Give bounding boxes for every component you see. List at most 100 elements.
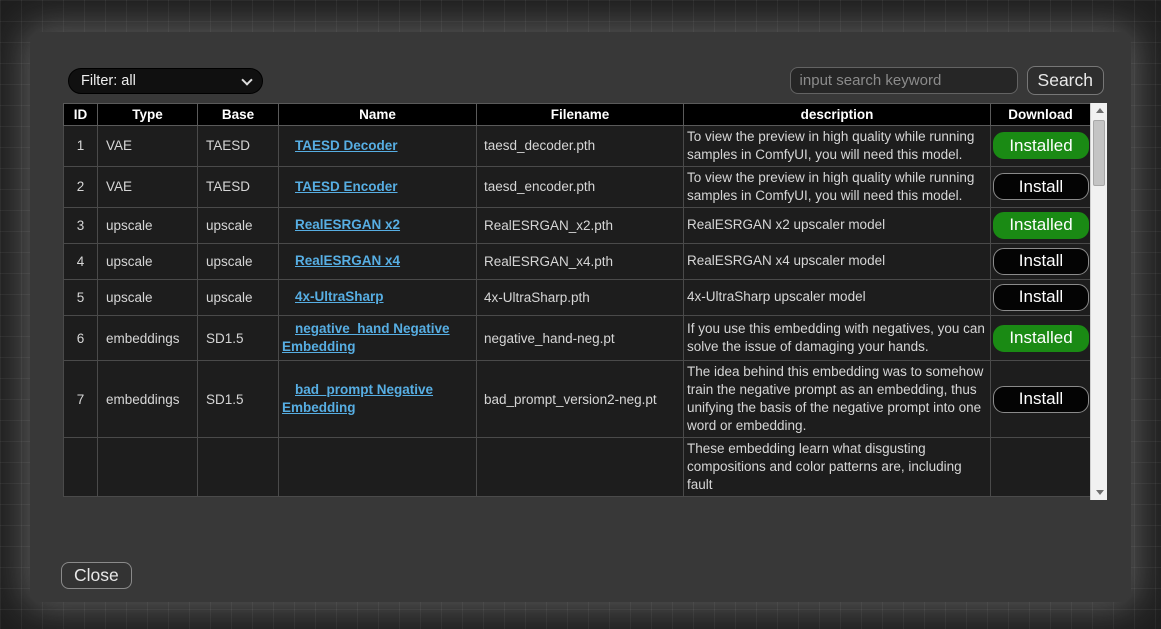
cell-filename: taesd_encoder.pth — [477, 166, 684, 207]
cell-filename — [477, 438, 684, 497]
header-base: Base — [198, 104, 279, 126]
model-name-link[interactable]: bad_prompt Negative Embedding — [282, 382, 433, 415]
table-row: 1VAETAESD TAESD Decoder taesd_decoder.pthT… — [64, 126, 1091, 167]
cell-filename: bad_prompt_version2-neg.pt — [477, 361, 684, 438]
cell-id: 3 — [64, 207, 98, 243]
cell-download: Installed — [991, 126, 1091, 167]
cell-base: upscale — [198, 279, 279, 315]
cell-type: VAE — [98, 166, 198, 207]
cell-download: Install — [991, 243, 1091, 279]
header-type: Type — [98, 104, 198, 126]
scrollbar-down-arrow-icon[interactable] — [1091, 485, 1108, 500]
cell-download: Install — [991, 361, 1091, 438]
table-row: 2VAETAESD TAESD Encoder taesd_encoder.pthT… — [64, 166, 1091, 207]
cell-name: TAESD Encoder — [279, 166, 477, 207]
table-scrollbar[interactable] — [1090, 103, 1107, 500]
models-table: ID Type Base Name Filename description D… — [63, 103, 1090, 497]
table-row: 3upscaleupscaleRealESRGAN x2RealESRGAN_x… — [64, 207, 1091, 243]
cell-download: Install — [991, 279, 1091, 315]
table-row: 5upscaleupscale4x-UltraSharp4x-UltraShar… — [64, 279, 1091, 315]
installed-button[interactable]: Installed — [993, 212, 1089, 239]
model-name-link[interactable]: RealESRGAN x4 — [295, 253, 400, 268]
cell-id: 2 — [64, 166, 98, 207]
cell-id: 4 — [64, 243, 98, 279]
cell-base — [198, 438, 279, 497]
installed-button[interactable]: Installed — [993, 132, 1089, 159]
cell-description: To view the preview in high quality whil… — [684, 126, 991, 167]
table-row: 6embeddingsSD1.5negative_hand Negative E… — [64, 315, 1091, 360]
cell-base: upscale — [198, 207, 279, 243]
cell-download: Installed — [991, 315, 1091, 360]
cell-id: 1 — [64, 126, 98, 167]
header-download: Download — [991, 104, 1091, 126]
filter-dropdown-wrap: Filter: all — [68, 68, 263, 94]
search-input[interactable] — [790, 67, 1018, 94]
cell-type: embeddings — [98, 361, 198, 438]
model-name-link[interactable]: 4x-UltraSharp — [295, 289, 384, 304]
cell-description: RealESRGAN x2 upscaler model — [684, 207, 991, 243]
cell-filename: RealESRGAN_x2.pth — [477, 207, 684, 243]
cell-name: 4x-UltraSharp — [279, 279, 477, 315]
cell-download — [991, 438, 1091, 497]
cell-name: negative_hand Negative Embedding — [279, 315, 477, 360]
install-models-dialog: Filter: all Search ID Type Base Name — [30, 32, 1131, 602]
cell-filename: RealESRGAN_x4.pth — [477, 243, 684, 279]
cell-type: upscale — [98, 279, 198, 315]
cell-download: Install — [991, 166, 1091, 207]
search-button[interactable]: Search — [1027, 66, 1104, 95]
cell-description: RealESRGAN x4 upscaler model — [684, 243, 991, 279]
cell-name: RealESRGAN x4 — [279, 243, 477, 279]
cell-name: TAESD Decoder — [279, 126, 477, 167]
model-table-body: 1VAETAESDTAESD Decodertaesd_decoder.pthT… — [64, 126, 1091, 497]
cell-name: bad_prompt Negative Embedding — [279, 361, 477, 438]
header-id: ID — [64, 104, 98, 126]
cell-id — [64, 438, 98, 497]
filter-dropdown[interactable]: Filter: all — [68, 68, 263, 94]
table-row: These embedding learn what disgusting co… — [64, 438, 1091, 497]
table-row: 7embeddingsSD1.5bad_prompt Negative Embe… — [64, 361, 1091, 438]
model-name-link[interactable]: TAESD Encoder — [295, 179, 398, 194]
cell-id: 6 — [64, 315, 98, 360]
model-name-link[interactable]: TAESD Decoder — [295, 138, 398, 153]
cell-type: upscale — [98, 243, 198, 279]
cell-name: RealESRGAN x2 — [279, 207, 477, 243]
cell-id: 5 — [64, 279, 98, 315]
model-name-link[interactable]: RealESRGAN x2 — [295, 217, 400, 232]
scrollbar-up-arrow-icon[interactable] — [1091, 103, 1108, 118]
install-button[interactable]: Install — [993, 248, 1089, 275]
cell-type: upscale — [98, 207, 198, 243]
models-table-wrap: ID Type Base Name Filename description D… — [63, 103, 1107, 500]
close-button[interactable]: Close — [61, 562, 132, 589]
scrollbar-thumb[interactable] — [1093, 120, 1105, 186]
cell-type — [98, 438, 198, 497]
models-table-clip: ID Type Base Name Filename description D… — [63, 103, 1090, 500]
cell-description: If you use this embedding with negatives… — [684, 315, 991, 360]
cell-base: TAESD — [198, 166, 279, 207]
cell-filename: taesd_decoder.pth — [477, 126, 684, 167]
cell-type: VAE — [98, 126, 198, 167]
install-button[interactable]: Install — [993, 173, 1089, 200]
search-group: Search — [790, 66, 1104, 95]
install-button[interactable]: Install — [993, 386, 1089, 413]
cell-base: SD1.5 — [198, 361, 279, 438]
cell-base: TAESD — [198, 126, 279, 167]
cell-description: The idea behind this embedding was to so… — [684, 361, 991, 438]
cell-base: upscale — [198, 243, 279, 279]
cell-description: To view the preview in high quality whil… — [684, 166, 991, 207]
cell-name — [279, 438, 477, 497]
cell-type: embeddings — [98, 315, 198, 360]
table-header-row: ID Type Base Name Filename description D… — [64, 104, 1091, 126]
header-filename: Filename — [477, 104, 684, 126]
cell-filename: negative_hand-neg.pt — [477, 315, 684, 360]
cell-base: SD1.5 — [198, 315, 279, 360]
cell-download: Installed — [991, 207, 1091, 243]
cell-id: 7 — [64, 361, 98, 438]
install-button[interactable]: Install — [993, 284, 1089, 311]
installed-button[interactable]: Installed — [993, 325, 1089, 352]
table-row: 4upscaleupscaleRealESRGAN x4RealESRGAN_x… — [64, 243, 1091, 279]
cell-filename: 4x-UltraSharp.pth — [477, 279, 684, 315]
model-name-link[interactable]: negative_hand Negative Embedding — [282, 321, 450, 354]
cell-description: 4x-UltraSharp upscaler model — [684, 279, 991, 315]
header-description: description — [684, 104, 991, 126]
cell-description: These embedding learn what disgusting co… — [684, 438, 991, 497]
